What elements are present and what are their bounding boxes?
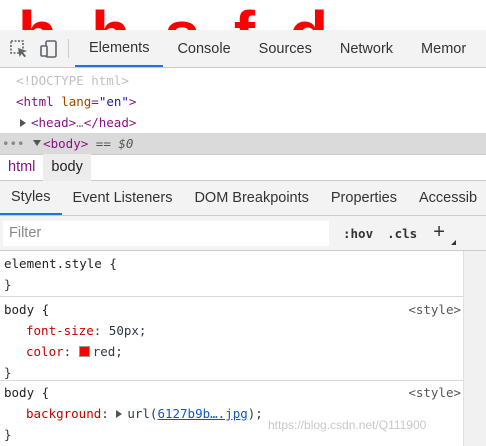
rule-selector: body {	[4, 385, 50, 400]
property-name[interactable]: background	[26, 406, 101, 421]
tab-styles[interactable]: Styles	[0, 181, 62, 215]
watermark: https://blog.csdn.net/Q111900	[268, 418, 427, 432]
property-name[interactable]: color	[26, 344, 64, 359]
styles-filter-input[interactable]	[3, 220, 329, 246]
breadcrumb-body[interactable]: body	[43, 154, 91, 181]
devtools-main-toolbar: Elements Console Sources Network Memor	[0, 30, 486, 68]
dom-head-line[interactable]: <head>…</head>	[0, 112, 486, 133]
body-open-tag: <body>	[43, 136, 89, 151]
rule-selector: body {	[4, 302, 50, 317]
lang-attribute-name: lang	[61, 94, 92, 109]
plus-icon: +	[433, 221, 445, 243]
class-toggle-button[interactable]: .cls	[387, 226, 417, 241]
css-property-row[interactable]: font-size: 50px;	[0, 320, 463, 341]
inspect-element-icon[interactable]	[4, 30, 34, 67]
dom-doctype-line[interactable]: <!DOCTYPE html>	[0, 70, 486, 91]
property-value-prefix: url(	[127, 406, 158, 421]
tab-accessibility[interactable]: Accessib	[408, 181, 486, 215]
doctype-node: <!DOCTYPE html>	[16, 73, 129, 88]
dom-html-line[interactable]: <html lang="en">	[0, 91, 486, 112]
page-viewport: hhsfd	[0, 0, 486, 30]
console-reference-label: == $0	[95, 136, 134, 151]
property-value[interactable]: red;	[93, 344, 123, 359]
breadcrumb: html body	[0, 154, 486, 181]
sidebar-tabs: Styles Event Listeners DOM Breakpoints P…	[0, 181, 486, 216]
expand-head-icon[interactable]	[20, 119, 26, 127]
rule-source-link[interactable]: <style>	[408, 382, 461, 403]
html-tag-close-bracket: >	[128, 94, 137, 109]
tab-properties[interactable]: Properties	[320, 181, 408, 215]
tab-network[interactable]: Network	[326, 30, 407, 67]
more-actions-icon[interactable]: •••	[2, 136, 25, 151]
collapse-body-icon[interactable]	[33, 140, 42, 146]
device-toolbar-icon[interactable]	[34, 30, 64, 67]
tab-event-listeners[interactable]: Event Listeners	[62, 181, 184, 215]
property-value[interactable]: 50px;	[109, 323, 147, 338]
dropdown-corner-icon	[451, 240, 457, 245]
property-name[interactable]: font-size	[26, 323, 94, 338]
breadcrumb-html[interactable]: html	[0, 154, 43, 181]
rule-source-link[interactable]: <style>	[408, 299, 461, 320]
dom-body-line-selected[interactable]: ••• <body> == $0	[0, 133, 486, 154]
expand-value-icon[interactable]	[116, 410, 123, 418]
new-style-rule-button[interactable]: +	[433, 221, 457, 245]
hover-state-button[interactable]: :hov	[343, 226, 373, 241]
styles-scrollbar[interactable]	[463, 251, 486, 446]
color-swatch-icon[interactable]	[78, 346, 90, 357]
background-image-link[interactable]: 6127b9b….jpg	[157, 406, 247, 421]
tab-dom-breakpoints[interactable]: DOM Breakpoints	[183, 181, 319, 215]
rule-selector: element.style {	[4, 256, 117, 271]
style-rule-body-1[interactable]: body { <style> font-size: 50px; color: r…	[0, 297, 463, 381]
tab-memory[interactable]: Memor	[407, 30, 480, 67]
html-open-tag: <html	[16, 94, 54, 109]
head-open-tag: <head>	[31, 115, 77, 130]
rule-close-brace: }	[4, 365, 12, 380]
toolbar-divider	[68, 39, 69, 58]
tab-elements[interactable]: Elements	[75, 30, 164, 67]
lang-attribute-value: "en"	[98, 94, 129, 109]
head-collapsed-ellipsis[interactable]: …	[76, 115, 84, 130]
head-close-tag: </head>	[83, 115, 137, 130]
styles-filter-bar: :hov .cls +	[0, 216, 486, 251]
dom-tree: <!DOCTYPE html> <html lang="en"> <head>……	[0, 69, 486, 154]
page-large-text: hhsfd	[18, 2, 362, 30]
tab-sources[interactable]: Sources	[245, 30, 326, 67]
rule-close-brace: }	[4, 277, 12, 292]
style-rule-element[interactable]: element.style { }	[0, 251, 463, 297]
css-property-row[interactable]: color: red;	[0, 341, 463, 362]
rule-close-brace: }	[4, 427, 12, 442]
styles-pane: element.style { } body { <style> font-si…	[0, 251, 486, 446]
property-value-suffix: );	[247, 406, 263, 421]
tab-console[interactable]: Console	[163, 30, 244, 67]
style-rule-body-2[interactable]: body { <style> background: url(6127b9b….…	[0, 381, 463, 446]
